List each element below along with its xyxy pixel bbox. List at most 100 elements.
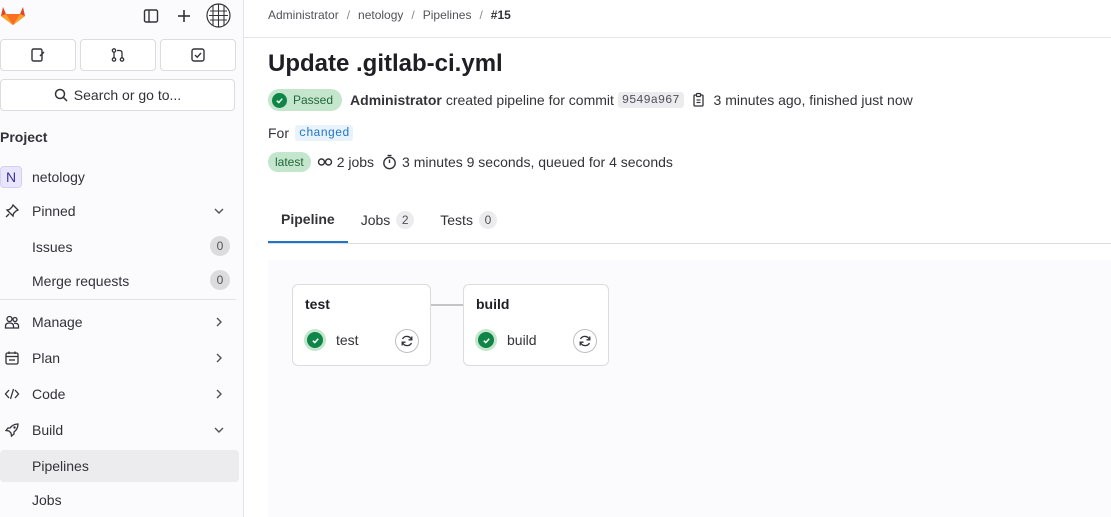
stage-title: test (305, 296, 330, 312)
sidebar-item-label: Jobs (32, 492, 62, 508)
page-title: Update .gitlab-ci.yml (268, 50, 503, 77)
breadcrumb-item[interactable]: Pipelines (423, 8, 472, 22)
job-item-build[interactable]: build (475, 329, 537, 351)
sidebar-item-build[interactable]: Build (0, 414, 239, 446)
sidebar-top-bar (0, 0, 243, 32)
search-button[interactable]: Search or go to... (0, 79, 235, 111)
sidebar-item-merge-requests[interactable]: Merge requests 0 (0, 265, 239, 297)
latest-badge: latest (268, 152, 311, 172)
job-name: build (507, 332, 537, 348)
sidebar-item-code[interactable]: Code (0, 378, 239, 410)
tab-label: Jobs (360, 211, 391, 228)
stage-card-build: build build (463, 284, 609, 366)
breadcrumb: Administrator / netology / Pipelines / #… (268, 8, 511, 22)
status-success-icon (272, 92, 287, 108)
stage-title: build (476, 296, 510, 312)
issues-count-badge: 0 (210, 236, 230, 256)
pipeline-graph: test test build build (268, 260, 1111, 517)
jobs-count-text: 2 jobs (336, 154, 375, 170)
sidebar-divider (0, 299, 236, 300)
sidebar-toggle-icon[interactable] (140, 5, 162, 27)
chevron-down-icon (214, 208, 224, 214)
project-avatar: N (0, 166, 22, 188)
users-icon (0, 312, 24, 332)
breadcrumb-separator: / (411, 8, 415, 22)
gitlab-logo-icon[interactable] (0, 4, 26, 26)
sidebar-item-project[interactable]: N netology (0, 161, 239, 193)
retry-icon (401, 335, 413, 347)
job-item-test[interactable]: test (304, 329, 359, 351)
sidebar-item-jobs[interactable]: Jobs (0, 484, 239, 516)
breadcrumb-current[interactable]: #15 (491, 8, 511, 22)
sidebar: Search or go to... Project N netology Pi… (0, 0, 244, 517)
breadcrumb-separator: / (346, 8, 351, 22)
issues-icon (31, 48, 45, 62)
assigned-issues-button[interactable] (0, 39, 76, 71)
breadcrumb-item[interactable]: Administrator (268, 8, 339, 22)
chevron-right-icon (216, 317, 222, 327)
sidebar-item-label: Pinned (32, 203, 76, 219)
tab-jobs[interactable]: Jobs 2 (348, 196, 428, 243)
retry-job-button[interactable] (573, 329, 597, 353)
user-avatar-icon[interactable] (206, 3, 231, 28)
sidebar-item-pinned[interactable]: Pinned (0, 195, 239, 227)
rocket-icon (0, 420, 24, 440)
tab-label: Pipeline (281, 210, 335, 227)
breadcrumb-separator: / (479, 8, 483, 22)
project-name: netology (32, 169, 85, 185)
chevron-right-icon (216, 353, 222, 363)
chevron-right-icon (216, 389, 222, 399)
sidebar-item-label: Manage (32, 314, 83, 330)
retry-icon (579, 335, 591, 347)
tab-tests[interactable]: Tests 0 (427, 196, 510, 243)
sidebar-item-manage[interactable]: Manage (0, 306, 239, 338)
chevron-down-icon (214, 427, 224, 433)
job-status-success-icon (475, 329, 497, 351)
branch-ref-link[interactable]: changed (295, 125, 354, 141)
sidebar-item-label: Code (32, 386, 66, 402)
status-badge[interactable]: Passed (268, 89, 343, 111)
stage-card-test: test test (292, 284, 431, 366)
main-content: Administrator / netology / Pipelines / #… (244, 0, 1111, 517)
pipeline-jobs-icon (317, 156, 333, 168)
tab-label: Tests (440, 211, 473, 228)
merge-request-icon (111, 48, 125, 62)
commit-sha-link[interactable]: 9549a967 (617, 92, 684, 108)
timer-icon (382, 154, 397, 170)
pipeline-time: 3 minutes ago, finished just now (713, 92, 913, 108)
author-link[interactable]: Administrator (350, 92, 442, 108)
sidebar-item-pipelines[interactable]: Pipelines (0, 450, 239, 482)
sidebar-item-label: Issues (32, 239, 73, 255)
merge-requests-count-badge: 0 (210, 270, 230, 290)
retry-job-button[interactable] (395, 329, 419, 353)
sidebar-item-label: Plan (32, 350, 61, 366)
copy-sha-icon[interactable] (692, 92, 706, 108)
tab-count-badge: 0 (478, 210, 497, 229)
todo-list-button[interactable] (160, 39, 236, 71)
pipeline-ref-row: For changed (268, 123, 354, 143)
job-status-success-icon (304, 329, 326, 351)
todo-icon (191, 48, 205, 62)
duration-text: 3 minutes 9 seconds, queued for 4 second… (402, 154, 673, 170)
create-new-icon[interactable] (173, 5, 195, 27)
sidebar-item-label: Build (32, 422, 64, 438)
sidebar-item-label: Pipelines (32, 458, 89, 474)
job-name: test (336, 332, 359, 348)
tab-pipeline[interactable]: Pipeline (268, 196, 348, 243)
sidebar-item-label: Merge requests (32, 273, 130, 289)
sidebar-item-plan[interactable]: Plan (0, 342, 239, 374)
search-icon (54, 88, 68, 102)
header-divider (244, 37, 1111, 38)
pin-icon (0, 201, 24, 221)
sidebar-shortcuts (0, 39, 236, 71)
sidebar-item-issues[interactable]: Issues 0 (0, 231, 239, 263)
merge-requests-button[interactable] (80, 39, 156, 71)
status-label: Passed (293, 93, 334, 107)
for-label: For (268, 125, 289, 141)
pipeline-summary: Passed Administrator created pipeline fo… (268, 88, 913, 112)
breadcrumb-item[interactable]: netology (358, 8, 403, 22)
tab-count-badge: 2 (396, 210, 415, 229)
pipeline-stats-row: latest 2 jobs 3 minutes 9 seconds, queue… (268, 151, 673, 173)
code-icon (0, 384, 24, 404)
stage-connector (430, 304, 464, 306)
